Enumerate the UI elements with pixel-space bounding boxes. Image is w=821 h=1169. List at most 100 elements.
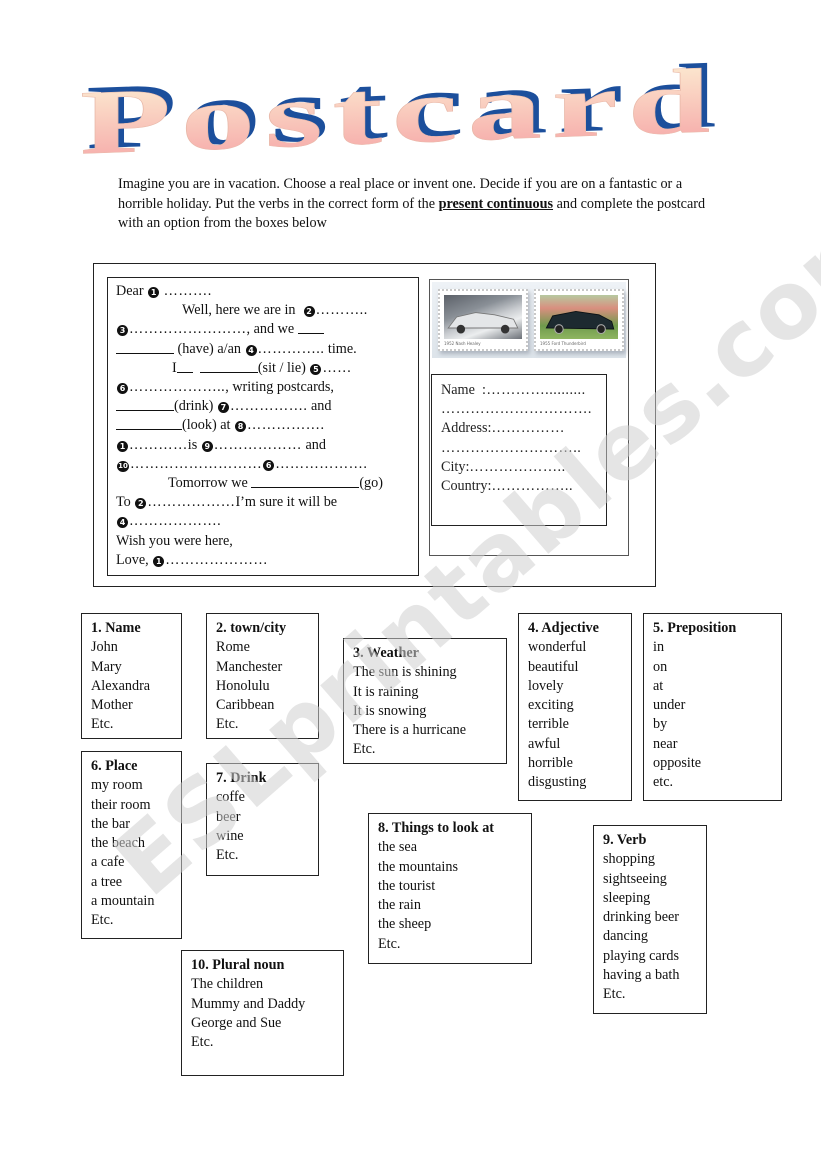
blank-dots[interactable]: ………………. [275, 456, 367, 472]
blank-dots[interactable]: ………………. [129, 513, 221, 529]
blank-dots[interactable]: ……………… [147, 494, 235, 510]
letter-line: Love, 1………………… [116, 551, 269, 568]
word-option: my room [91, 777, 143, 794]
word-option: Mary [91, 658, 122, 675]
marker-4: 4 [245, 344, 257, 356]
blank-dots[interactable]: ……………………….. [441, 440, 581, 456]
word-box-plural-noun: 10. Plural noun The children Mummy and Dad… [181, 950, 344, 1076]
word-option: a mountain [91, 893, 155, 910]
word-option: at [653, 677, 664, 694]
blank-dots[interactable]: …………………… [129, 321, 247, 337]
word-option: the mountains [378, 858, 458, 875]
word-box-preposition: 5. Preposition in on at under by near opposite e… [643, 613, 782, 801]
word-option: playing cards [603, 947, 680, 964]
verb-blank[interactable] [199, 359, 258, 373]
address-row: …………………………. [441, 400, 606, 419]
word-option: Etc. [378, 935, 401, 952]
word-option: disgusting [528, 774, 587, 791]
word-option: wonderful [528, 639, 587, 656]
verb-blank[interactable] [297, 320, 324, 335]
word-option: etc. [653, 774, 674, 791]
word-box-heading: 3. Weather [353, 645, 419, 661]
blank-dots[interactable]: ……………………… [130, 456, 262, 472]
word-option: George and Sue [191, 1014, 282, 1031]
word-option: awful [528, 735, 561, 752]
word-option: near [653, 735, 678, 752]
word-option: having a bath [603, 967, 680, 984]
blank-dots[interactable]: ………….. [258, 341, 325, 357]
word-option: Alexandra [91, 677, 151, 694]
blank-dots[interactable]: ……………. [247, 417, 324, 433]
word-option: Etc. [353, 741, 376, 758]
blank-dots[interactable]: …………………………. [441, 401, 592, 417]
word-option: the rain [378, 897, 421, 914]
blank-dots[interactable]: ……………….. [129, 379, 225, 395]
address-name-row: Name :………….......... [441, 382, 586, 398]
word-option: sightseeing [603, 870, 667, 887]
blank-dots[interactable]: …… [322, 360, 351, 376]
word-option: the sea [378, 839, 417, 856]
word-option: beautiful [528, 658, 579, 675]
letter-line: To 2 ………………I’m sure it will be [116, 494, 338, 511]
marker-1: 1 [148, 287, 160, 298]
blank-dots[interactable]: ……….. [316, 302, 368, 318]
word-option: dancing [603, 928, 648, 945]
letter-line: 6……………….., writing postcards, [116, 378, 418, 397]
letter-line: 4………………. [116, 512, 418, 531]
letter-line: I (sit / lie) 5…… [172, 359, 352, 376]
word-option: the tourist [378, 877, 436, 894]
blank-dots[interactable]: ………………… [165, 552, 268, 568]
word-option: beer [216, 808, 241, 825]
word-option: their room [91, 796, 151, 813]
marker-3: 3 [117, 325, 128, 337]
blank-dots[interactable]: …………… [491, 420, 564, 436]
word-option: It is snowing [353, 702, 427, 719]
word-box-heading: 1. Name [91, 620, 141, 636]
blank-dots[interactable]: ………. [164, 283, 212, 299]
verb-blank[interactable] [116, 340, 174, 354]
word-box-place: 6. Place my room their room the bar the beac… [81, 751, 182, 939]
marker-2: 2 [135, 498, 147, 510]
word-option: by [653, 716, 668, 733]
blank-dots[interactable]: ……………….. [469, 459, 565, 475]
word-box-things-to-look-at: 8. Things to look at the sea the mountains… [368, 813, 532, 964]
stamp-caption: 1955 Ford Thunderbird [540, 341, 586, 346]
verb-blank[interactable] [116, 416, 182, 431]
word-option: a tree [91, 873, 123, 890]
blank-dots[interactable]: ……………… [214, 437, 302, 453]
instructions: Imagine you are in vacation. Choose a re… [118, 175, 708, 234]
marker-9: 9 [201, 440, 213, 452]
word-option: The children [191, 976, 264, 993]
stamp-black-car: 1955 Ford Thunderbird [534, 289, 624, 351]
marker-1: 1 [117, 440, 128, 452]
instructions-emphasis: present continuous [438, 195, 554, 212]
word-option: Etc. [91, 912, 114, 929]
word-option: Mummy and Daddy [191, 995, 306, 1012]
letter-line: (have) a/an 4………….. time. [116, 340, 418, 359]
worksheet-title: Postcard Postcard [68, 44, 738, 174]
word-option: Etc. [91, 716, 114, 733]
word-option: lovely [528, 677, 564, 694]
word-option: wine [216, 827, 244, 844]
word-option: Mother [91, 697, 133, 714]
word-box-town-city: 2. town/city Rome Manchester Honolulu Caribb… [206, 613, 319, 739]
address-country-row: Country:…………….. [441, 478, 573, 495]
word-option: Etc. [216, 716, 239, 733]
blank-dots[interactable]: :………….......... [482, 382, 586, 398]
word-box-heading: 5. Preposition [653, 620, 737, 636]
blank-dots[interactable]: …………….. [491, 478, 573, 494]
word-option: a cafe [91, 854, 125, 871]
blank-dots[interactable]: ………… [129, 437, 188, 453]
word-box-adjective: 4. Adjective wonderful beautiful lovely exci… [518, 613, 632, 801]
word-option: shopping [603, 851, 656, 868]
letter-line: 10……………………… 6………………. [116, 455, 418, 474]
verb-blank[interactable] [116, 397, 174, 412]
word-option: There is a hurricane [353, 722, 467, 739]
word-option: Etc. [603, 986, 626, 1003]
verb-blank[interactable] [176, 359, 193, 373]
word-option: horrible [528, 755, 573, 772]
verb-blank[interactable] [251, 474, 360, 489]
blank-dots[interactable]: ……………. [230, 398, 307, 414]
word-box-heading: 2. town/city [216, 620, 287, 636]
word-option: the bar [91, 815, 130, 832]
